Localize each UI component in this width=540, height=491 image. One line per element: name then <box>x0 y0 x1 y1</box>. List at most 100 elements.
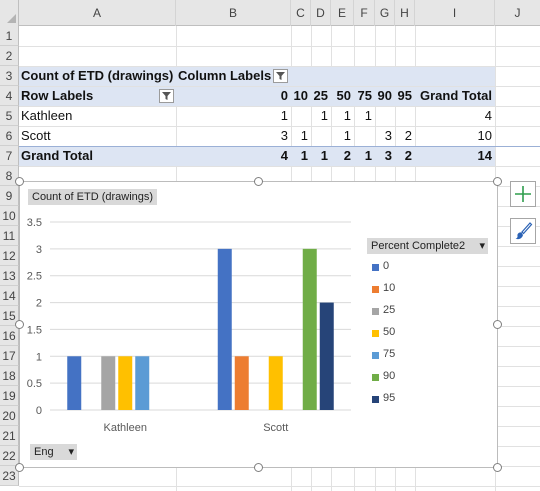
column-header-a[interactable]: A <box>19 0 176 26</box>
column-header-j[interactable]: J <box>495 0 540 26</box>
pivot-grand-total-cell[interactable]: 1 <box>311 146 328 166</box>
x-category-label: Scott <box>263 422 288 434</box>
pivot-grand-total-cell[interactable]: 1 <box>291 146 308 166</box>
y-tick-label: 3 <box>36 244 42 256</box>
bar-kathleen-75[interactable] <box>135 356 150 410</box>
filter-icon <box>276 72 285 80</box>
resize-handle[interactable] <box>15 320 24 329</box>
pivot-row-label[interactable]: Scott <box>21 126 51 146</box>
row-header[interactable]: 17 <box>0 346 19 366</box>
resize-handle[interactable] <box>254 177 263 186</box>
column-header-e[interactable]: E <box>331 0 354 26</box>
legend-swatch <box>372 286 379 293</box>
row-header[interactable]: 9 <box>0 186 19 206</box>
pivot-cell[interactable]: 1 <box>331 126 351 146</box>
row-header[interactable]: 6 <box>0 126 19 146</box>
resize-handle[interactable] <box>254 463 263 472</box>
bar-scott-0[interactable] <box>217 248 232 410</box>
row-header[interactable]: 16 <box>0 326 19 346</box>
pivot-cell[interactable]: 3 <box>375 126 392 146</box>
pivot-cell[interactable]: 3 <box>176 126 288 146</box>
legend-label: 75 <box>383 348 396 360</box>
resize-handle[interactable] <box>493 463 502 472</box>
legend-swatch <box>372 374 379 381</box>
bar-kathleen-25[interactable] <box>101 356 116 410</box>
resize-handle[interactable] <box>15 463 24 472</box>
row-header[interactable]: 1 <box>0 26 19 46</box>
pivot-header-75: 75 <box>357 88 372 103</box>
pivot-grand-total-label[interactable]: Grand Total <box>21 146 93 166</box>
legend-label: 95 <box>383 392 396 404</box>
pivot-cell[interactable]: 1 <box>331 106 351 126</box>
pivot-cell[interactable]: 1 <box>354 106 372 126</box>
pivot-grand-total-cell[interactable]: 2 <box>331 146 351 166</box>
column-labels-filter-button[interactable] <box>273 69 288 83</box>
y-tick-label: 0 <box>36 405 42 417</box>
pivot-column-labels[interactable]: Column Labels <box>178 66 271 86</box>
row-header[interactable]: 11 <box>0 226 19 246</box>
pivot-grand-total-cell[interactable]: 3 <box>375 146 392 166</box>
column-header-f[interactable]: F <box>354 0 375 26</box>
pivot-grand-total-all[interactable]: 14 <box>415 146 492 166</box>
column-header-c[interactable]: C <box>291 0 311 26</box>
y-tick-label: 1.5 <box>27 324 42 336</box>
pivot-row-labels[interactable]: Row Labels <box>21 86 93 106</box>
row-header[interactable]: 18 <box>0 366 19 386</box>
bar-scott-95[interactable] <box>319 302 334 410</box>
bar-kathleen-0[interactable] <box>67 356 82 410</box>
pivot-chart[interactable]: Count of ETD (drawings) 0 0.5 1 1.5 2 2.5 3 3.5… <box>19 181 498 468</box>
resize-handle[interactable] <box>493 320 502 329</box>
chart-styles-button[interactable] <box>510 218 536 244</box>
select-all-button[interactable] <box>0 0 19 26</box>
bar-scott-50[interactable] <box>268 356 283 410</box>
legend-swatch <box>372 264 379 271</box>
pivot-row-total[interactable]: 10 <box>415 126 492 146</box>
paintbrush-icon <box>515 222 533 240</box>
bar-scott-90[interactable] <box>302 248 317 410</box>
plus-icon <box>515 186 531 202</box>
row-header[interactable]: 2 <box>0 46 19 66</box>
pivot-cell[interactable]: 1 <box>291 126 308 146</box>
pivot-header-grand-total: Grand Total <box>420 88 492 103</box>
pivot-row-label[interactable]: Kathleen <box>21 106 72 126</box>
pivot-row-total[interactable]: 4 <box>415 106 492 126</box>
resize-handle[interactable] <box>15 177 24 186</box>
legend-label: 25 <box>383 304 396 316</box>
legend-label: 50 <box>383 326 396 338</box>
axis-field-label: Eng <box>34 446 54 458</box>
column-header-d[interactable]: D <box>311 0 331 26</box>
pivot-grand-total-cell[interactable]: 2 <box>395 146 412 166</box>
pivot-cell[interactable]: 2 <box>395 126 412 146</box>
row-header[interactable]: 21 <box>0 426 19 446</box>
y-tick-label: 1 <box>36 351 42 363</box>
bar-scott-10[interactable] <box>234 356 249 410</box>
pivot-value-field-label[interactable]: Count of ETD (drawings) <box>21 66 173 86</box>
row-header[interactable]: 7 <box>0 146 19 166</box>
pivot-grand-total-cell[interactable]: 4 <box>176 146 288 166</box>
pivot-grand-total-cell[interactable]: 1 <box>354 146 372 166</box>
row-header[interactable]: 19 <box>0 386 19 406</box>
legend-swatch <box>372 308 379 315</box>
row-header[interactable]: 4 <box>0 86 19 106</box>
column-header-i[interactable]: I <box>415 0 495 26</box>
column-header-h[interactable]: H <box>395 0 415 26</box>
pivot-cell[interactable]: 1 <box>311 106 328 126</box>
pivot-cell[interactable]: 1 <box>176 106 288 126</box>
chart-elements-button[interactable] <box>510 181 536 207</box>
pivot-header-0: 0 <box>280 88 288 103</box>
column-header-g[interactable]: G <box>375 0 395 26</box>
resize-handle[interactable] <box>493 177 502 186</box>
row-header[interactable]: 10 <box>0 206 19 226</box>
row-header[interactable]: 12 <box>0 246 19 266</box>
row-header[interactable]: 5 <box>0 106 19 126</box>
pivot-header-95: 95 <box>397 88 412 103</box>
row-header[interactable]: 13 <box>0 266 19 286</box>
row-header[interactable]: 14 <box>0 286 19 306</box>
bar-kathleen-50[interactable] <box>118 356 133 410</box>
row-header[interactable]: 20 <box>0 406 19 426</box>
column-header-b[interactable]: B <box>176 0 291 26</box>
row-header[interactable]: 3 <box>0 66 19 86</box>
row-labels-filter-button[interactable] <box>159 89 174 103</box>
legend-field-button[interactable]: Percent Complete2 ▾ <box>367 238 488 254</box>
axis-field-button[interactable]: Eng ▾ <box>30 444 77 460</box>
